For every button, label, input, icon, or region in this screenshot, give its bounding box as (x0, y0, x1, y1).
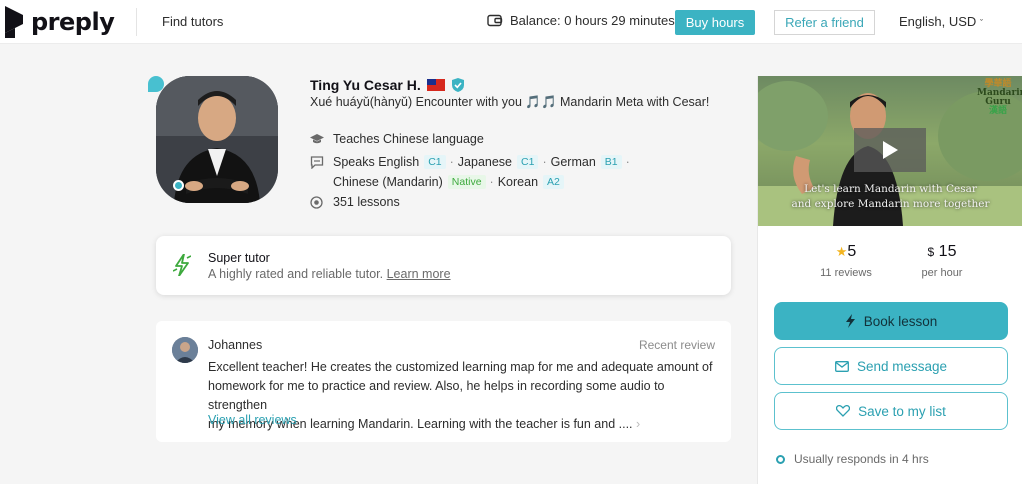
rating-stat[interactable]: ★5 11 reviews (806, 243, 886, 279)
super-tutor-subtitle: A highly rated and reliable tutor. Learn… (208, 267, 451, 281)
graduation-cap-icon (310, 133, 326, 145)
price-value-row: $ 15 (902, 243, 982, 261)
language-level: B1 (600, 155, 622, 169)
separator-dot: · (625, 155, 630, 169)
speaks-label: Speaks (333, 155, 375, 169)
language-name: Chinese (Mandarin) (333, 175, 443, 189)
separator-dot: · (489, 175, 494, 189)
language-level: Native (447, 175, 486, 189)
book-lesson-label: Book lesson (863, 313, 938, 329)
balance-text: Balance: 0 hours 29 minutes (510, 13, 675, 28)
tutor-avatar-container (148, 74, 282, 204)
booking-sidebar: 學華語 Mandarin Guru 漢語 Let's learn Mandari… (757, 76, 1022, 484)
lessons-line: 351 lessons (310, 195, 400, 209)
rating-value-row: ★5 (806, 243, 886, 261)
language-name: English (378, 155, 420, 169)
super-tutor-card: Super tutor A highly rated and reliable … (156, 236, 731, 295)
review-line: Excellent teacher! He creates the custom… (208, 360, 713, 374)
send-message-label: Send message (856, 358, 948, 374)
currency-symbol: $ (927, 245, 935, 259)
send-message-button[interactable]: Send message (774, 347, 1008, 385)
rating-value: 5 (847, 243, 857, 260)
price-value: 15 (938, 243, 957, 260)
play-button[interactable] (854, 128, 926, 172)
envelope-icon (835, 360, 849, 372)
play-icon (883, 141, 898, 159)
preply-logo[interactable]: preply (5, 6, 115, 38)
super-tutor-description: A highly rated and reliable tutor. (208, 267, 384, 281)
logo-line: 漢語 (988, 106, 1007, 116)
teaches-line: Teaches Chinese language (310, 132, 484, 146)
language-name: German (550, 155, 596, 169)
lightning-icon (173, 254, 191, 276)
video-caption: and explore Mandarin more together (791, 198, 990, 210)
preply-logo-icon (5, 6, 23, 38)
balance-display[interactable]: Balance: 0 hours 29 minutes (487, 13, 675, 28)
language-currency-label: English, USD (899, 14, 977, 29)
separator-dot: · (449, 155, 454, 169)
video-caption: Let's learn Mandarin with Cesar (804, 183, 977, 195)
response-time: Usually responds in 4 hrs (776, 452, 929, 466)
top-navigation-bar: preply Find tutors Balance: 0 hours 29 m… (0, 0, 1022, 44)
verified-shield-icon (451, 78, 464, 92)
logo-text: preply (31, 8, 115, 36)
save-to-list-label: Save to my list (858, 403, 946, 419)
lessons-circle-icon (310, 195, 326, 209)
teaches-text: Teaches Chinese language (333, 132, 484, 146)
find-tutors-link[interactable]: Find tutors (162, 14, 223, 29)
buy-hours-button[interactable]: Buy hours (675, 10, 755, 35)
reviewer-name: Johannes (208, 338, 263, 352)
tutor-name-row: Ting Yu Cesar H. (310, 77, 464, 93)
mandarin-guru-logo: 學華語 Mandarin Guru 漢語 (977, 80, 1022, 116)
heart-icon (836, 405, 851, 417)
language-name: Japanese (457, 155, 513, 169)
intro-video[interactable]: 學華語 Mandarin Guru 漢語 Let's learn Mandari… (758, 76, 1022, 226)
book-lesson-button[interactable]: Book lesson (774, 302, 1008, 340)
response-time-icon (776, 454, 785, 464)
response-time-text: Usually responds in 4 hrs (794, 452, 929, 466)
tutor-headline: Xué huáyǔ(hànyǔ) Encounter with you 🎵🎵 M… (310, 95, 710, 109)
speaks-line-2: Chinese (Mandarin) Native · Korean A2 (333, 175, 564, 189)
separator-dot: · (542, 155, 547, 169)
reviews-count: 11 reviews (820, 267, 872, 279)
review-line: homework for me to practice and review. … (208, 379, 665, 412)
language-level: C1 (424, 155, 446, 169)
speech-bubble-icon (310, 155, 326, 169)
speaks-line-1: Speaks English C1 · Japanese C1 · German B1 · (310, 155, 634, 169)
price-stat: $ 15 per hour (902, 243, 982, 279)
per-hour-label: per hour (921, 267, 963, 279)
refer-friend-button[interactable]: Refer a friend (774, 10, 875, 35)
language-name: Korean (497, 175, 539, 189)
super-tutor-title: Super tutor (208, 251, 270, 265)
language-level: C1 (517, 155, 539, 169)
chevron-down-icon: ˇ (979, 18, 983, 28)
recent-review-tag: Recent review (638, 338, 715, 352)
language-level: A2 (543, 175, 564, 189)
wallet-icon (487, 14, 503, 27)
read-more-chevron-icon[interactable]: › (636, 417, 640, 431)
review-card: Johannes Recent review Excellent teacher… (156, 321, 731, 442)
save-to-list-button[interactable]: Save to my list (774, 392, 1008, 430)
language-currency-selector[interactable]: English, USD ˇ (899, 14, 983, 29)
header-divider (136, 8, 137, 36)
star-icon: ★ (835, 244, 848, 259)
tutor-name: Ting Yu Cesar H. (310, 77, 421, 93)
reviewer-avatar (172, 337, 198, 363)
lessons-count: 351 lessons (333, 195, 400, 209)
learn-more-link[interactable]: Learn more (387, 267, 451, 281)
taiwan-flag-icon (426, 79, 445, 91)
view-all-reviews-link[interactable]: View all reviews (208, 413, 297, 427)
lightning-icon (845, 314, 855, 328)
online-status-dot (173, 180, 184, 191)
